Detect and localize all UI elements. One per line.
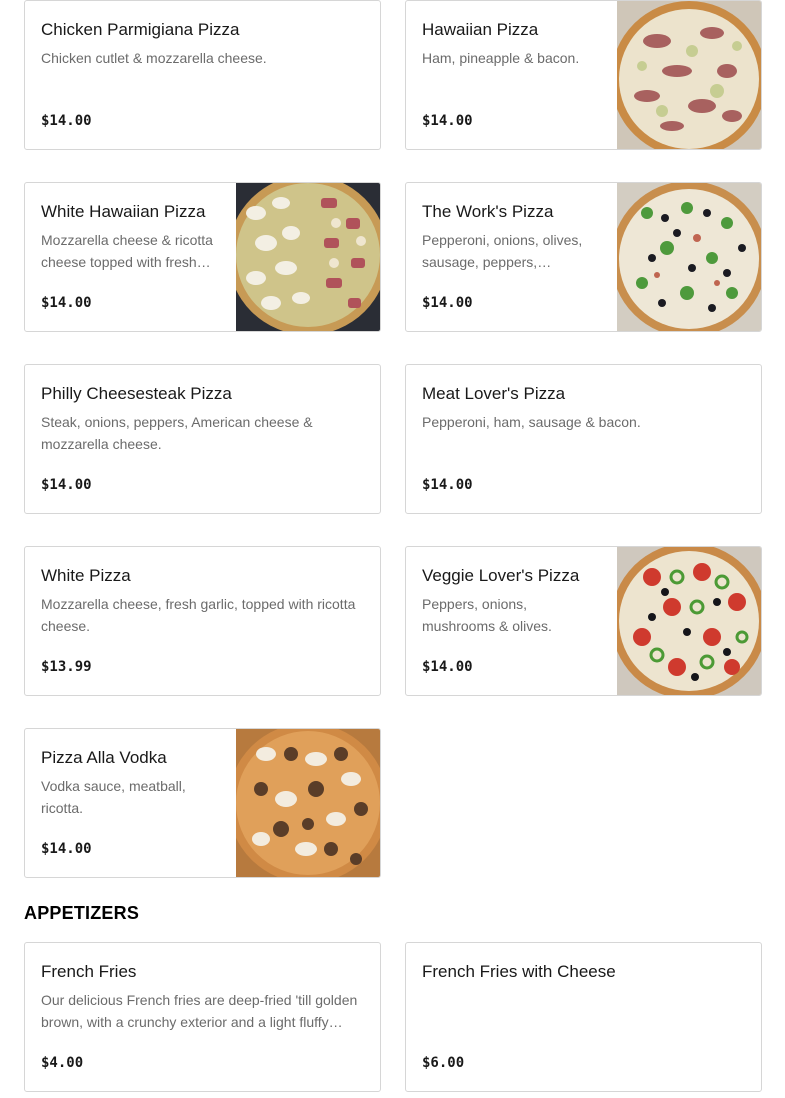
menu-item-name: White Pizza	[41, 566, 131, 585]
menu-item-text: The Work's Pizza Pepperoni, onions, oliv…	[422, 183, 601, 331]
menu-item-text: Veggie Lover's Pizza Peppers, onions, mu…	[422, 547, 601, 695]
menu-item-price: $14.00	[422, 113, 473, 129]
menu-item-name: French Fries with Cheese	[422, 962, 616, 981]
veggie-pizza-photo	[617, 547, 761, 695]
menu-item-price: $14.00	[41, 295, 92, 311]
menu-item-price: $14.00	[422, 659, 473, 675]
menu-item-description: Chicken cutlet & mozzarella cheese.	[41, 50, 267, 66]
menu-item-description: Pepperoni, onions, olives, sausage, pepp…	[422, 232, 583, 270]
menu-item-description: Our delicious French fries are deep-frie…	[41, 992, 358, 1030]
menu-item-description: Ham, pineapple & bacon.	[422, 50, 580, 66]
menu-item-description: Mozzarella cheese & ricotta cheese toppe…	[41, 232, 213, 270]
menu-item-card[interactable]: White Pizza Mozzarella cheese, fresh gar…	[24, 546, 381, 696]
white-hawaiian-pizza-photo	[236, 183, 380, 331]
menu-item-price: $14.00	[422, 295, 473, 311]
menu-item-card[interactable]: Pizza Alla Vodka Vodka sauce, meatball, …	[24, 728, 381, 878]
menu-item-description: Mozzarella cheese, fresh garlic, topped …	[41, 596, 356, 634]
menu-item-price: $13.99	[41, 659, 92, 675]
menu-item-name: The Work's Pizza	[422, 202, 554, 221]
menu-item-description: Vodka sauce, meatball, ricotta.	[41, 778, 186, 816]
menu-item-card[interactable]: Hawaiian Pizza Ham, pineapple & bacon. $…	[405, 0, 762, 150]
menu-item-card[interactable]: French Fries Our delicious French fries …	[24, 942, 381, 1092]
menu-item-card[interactable]: Chicken Parmigiana Pizza Chicken cutlet …	[24, 0, 381, 150]
menu-item-name: Meat Lover's Pizza	[422, 384, 566, 403]
menu-item-card[interactable]: Meat Lover's Pizza Pepperoni, ham, sausa…	[405, 364, 762, 514]
menu-item-text: White Hawaiian Pizza Mozzarella cheese &…	[41, 183, 220, 331]
menu-item-card[interactable]: The Work's Pizza Pepperoni, onions, oliv…	[405, 182, 762, 332]
vodka-pizza-photo	[236, 729, 380, 877]
works-pizza-photo	[617, 183, 761, 331]
menu-item-card[interactable]: White Hawaiian Pizza Mozzarella cheese &…	[24, 182, 381, 332]
menu-item-description: Pepperoni, ham, sausage & bacon.	[422, 414, 641, 430]
menu-item-price: $14.00	[41, 477, 92, 493]
menu-item-name: Veggie Lover's Pizza	[422, 566, 580, 585]
menu-item-text: Pizza Alla Vodka Vodka sauce, meatball, …	[41, 729, 220, 877]
menu-item-description: Steak, onions, peppers, American cheese …	[41, 414, 313, 452]
menu-item-card[interactable]: French Fries with Cheese $6.00	[405, 942, 762, 1092]
menu-item-text: Chicken Parmigiana Pizza Chicken cutlet …	[41, 1, 364, 149]
section-title-appetizers: APPETIZERS	[24, 903, 140, 923]
menu-item-text: Hawaiian Pizza Ham, pineapple & bacon. $…	[422, 1, 601, 149]
menu-item-text: Philly Cheesesteak Pizza Steak, onions, …	[41, 365, 364, 513]
menu-item-price: $4.00	[41, 1055, 84, 1071]
menu-item-name: Pizza Alla Vodka	[41, 748, 167, 767]
menu-item-price: $6.00	[422, 1055, 465, 1071]
menu-item-name: White Hawaiian Pizza	[41, 202, 206, 221]
menu-item-name: French Fries	[41, 962, 137, 981]
menu-item-price: $14.00	[41, 113, 92, 129]
menu-item-price: $14.00	[41, 841, 92, 857]
menu-item-name: Philly Cheesesteak Pizza	[41, 384, 232, 403]
menu-item-price: $14.00	[422, 477, 473, 493]
menu-item-text: French Fries Our delicious French fries …	[41, 943, 364, 1091]
menu-item-text: Meat Lover's Pizza Pepperoni, ham, sausa…	[422, 365, 745, 513]
menu-item-card[interactable]: Veggie Lover's Pizza Peppers, onions, mu…	[405, 546, 762, 696]
menu-item-card[interactable]: Philly Cheesesteak Pizza Steak, onions, …	[24, 364, 381, 514]
menu-item-name: Chicken Parmigiana Pizza	[41, 20, 240, 39]
menu-item-description: Peppers, onions, mushrooms & olives.	[422, 596, 552, 634]
menu-item-text: French Fries with Cheese $6.00	[422, 943, 745, 1091]
menu-item-name: Hawaiian Pizza	[422, 20, 539, 39]
menu-item-text: White Pizza Mozzarella cheese, fresh gar…	[41, 547, 364, 695]
hawaiian-pizza-photo	[617, 1, 761, 149]
